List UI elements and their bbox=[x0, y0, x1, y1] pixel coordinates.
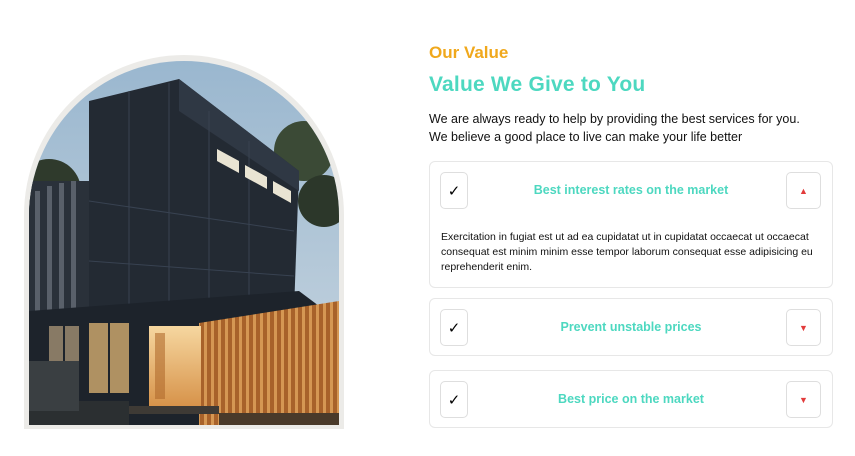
accordion-body: Exercitation in fugiat est ut ad ea cupi… bbox=[441, 231, 813, 273]
section-headline: Value We Give to You bbox=[429, 73, 646, 96]
intro-line: We believe a good place to live can make… bbox=[429, 130, 743, 144]
check-icon: ✓ bbox=[440, 309, 468, 346]
accordion-header[interactable]: ✓ Best price on the market ▼ bbox=[430, 371, 832, 427]
accordion-title[interactable]: Best price on the market bbox=[478, 371, 784, 427]
value-section: Our Value Value We Give to You We are al… bbox=[0, 0, 855, 456]
accordion-title[interactable]: Best interest rates on the market bbox=[478, 162, 784, 218]
accordion-item-interest-rates: ✓ Best interest rates on the market ▲ Ex… bbox=[429, 161, 833, 288]
section-eyebrow: Our Value bbox=[429, 43, 509, 62]
check-icon: ✓ bbox=[440, 172, 468, 209]
intro-line: We are always ready to help by providing… bbox=[429, 112, 800, 126]
chevron-down-icon: ▼ bbox=[799, 394, 808, 405]
collapse-toggle-button[interactable]: ▲ bbox=[786, 172, 821, 209]
accordion-header[interactable]: ✓ Best interest rates on the market ▲ bbox=[430, 162, 832, 218]
house-image bbox=[29, 61, 339, 425]
check-icon: ✓ bbox=[440, 381, 468, 418]
chevron-up-icon: ▲ bbox=[799, 185, 808, 196]
accordion-title[interactable]: Prevent unstable prices bbox=[478, 299, 784, 355]
chevron-down-icon: ▼ bbox=[799, 322, 808, 333]
accordion-header[interactable]: ✓ Prevent unstable prices ▼ bbox=[430, 299, 832, 355]
expand-toggle-button[interactable]: ▼ bbox=[786, 381, 821, 418]
accordion-item-unstable-prices: ✓ Prevent unstable prices ▼ bbox=[429, 298, 833, 356]
section-intro: We are always ready to help by providing… bbox=[429, 110, 829, 146]
accordion-item-best-price: ✓ Best price on the market ▼ bbox=[429, 370, 833, 428]
expand-toggle-button[interactable]: ▼ bbox=[786, 309, 821, 346]
